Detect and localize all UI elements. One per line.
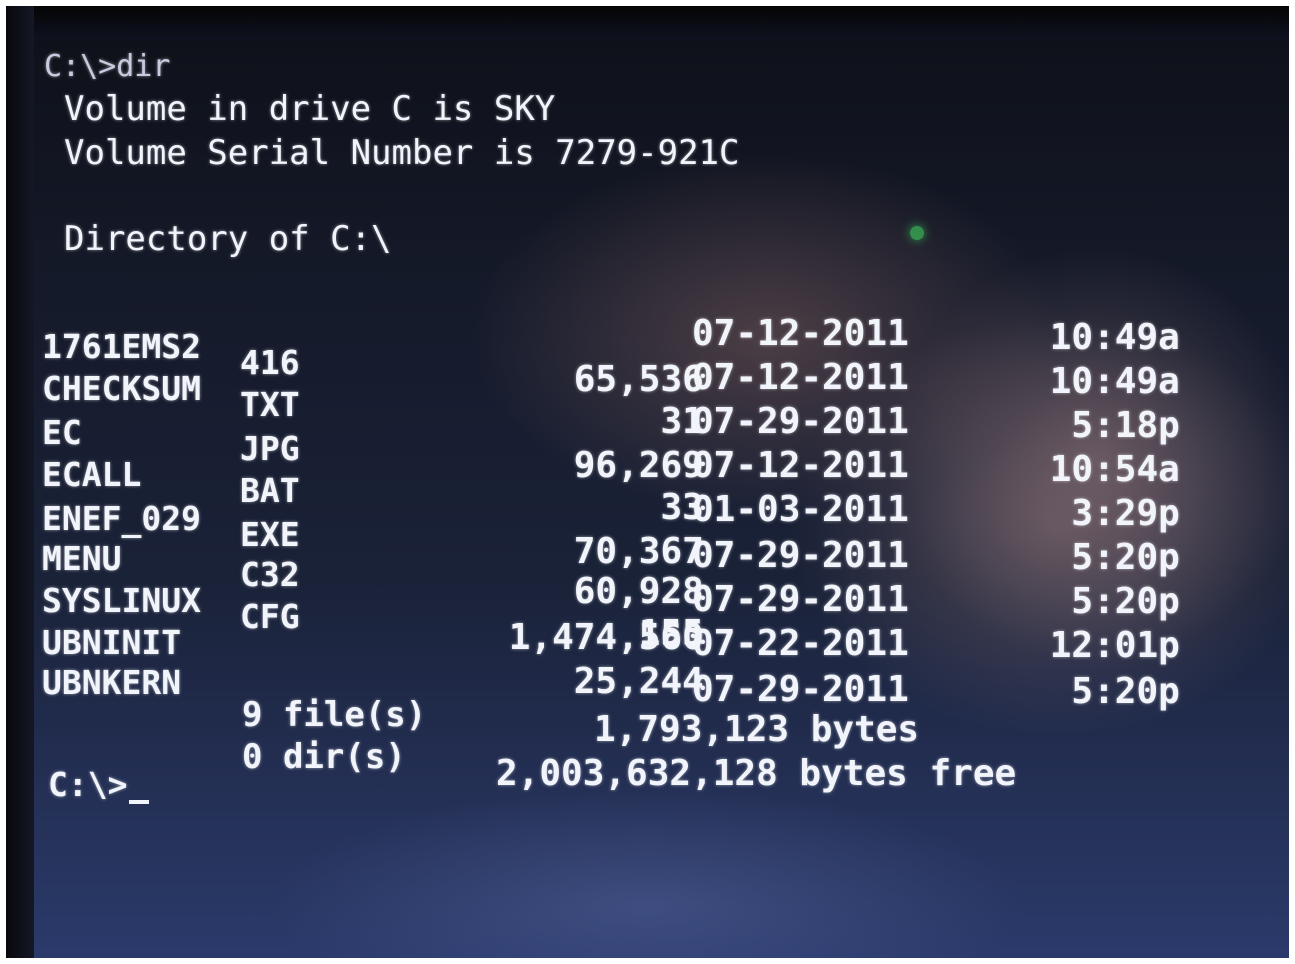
file-size: 25,244: [573, 661, 704, 702]
serial-number-line: Volume Serial Number is 7279-921C: [64, 133, 740, 173]
file-date: 07-29-2011: [692, 669, 909, 710]
file-time: 5:18p: [1071, 405, 1180, 446]
file-name: SYSLINUX: [42, 581, 201, 620]
file-row: ECALL BAT 33 07-12-2011 10:54a: [6, 442, 1180, 526]
file-row: EC JPG 96,269 07-29-2011 5:18p: [6, 400, 1180, 484]
file-ext: BAT: [240, 471, 300, 510]
file-size: 33: [660, 487, 704, 528]
file-date: 07-12-2011: [692, 357, 909, 398]
file-ext: EXE: [240, 515, 300, 554]
file-date: 07-29-2011: [692, 535, 909, 576]
file-ext: C32: [240, 555, 300, 594]
prompt-text: C:\>: [48, 765, 128, 804]
file-row: UBNINIT 1,474,560 07-22-2011 12:01p: [6, 610, 1180, 664]
file-name: ENEF_029: [42, 499, 201, 538]
file-size: 65,536: [573, 359, 704, 400]
file-name: 1761EMS2: [42, 327, 201, 366]
dos-terminal: C:\>dir Volume in drive C is SKY Volume …: [6, 6, 1180, 804]
file-ext: CFG: [240, 597, 300, 636]
file-size: 70,367: [573, 531, 704, 572]
file-row: SYSLINUX CFG 155 07-29-2011 5:20p: [6, 568, 1180, 652]
file-time: 10:49a: [1049, 317, 1180, 358]
file-time: 12:01p: [1049, 625, 1180, 666]
files-total-bytes: 1,793,123 bytes: [594, 709, 920, 750]
file-ext: TXT: [240, 385, 300, 424]
file-row: 1761EMS2 416 65,536 07-12-2011 10:49a: [6, 314, 1180, 398]
reflection-light: [910, 226, 924, 240]
file-time: 10:54a: [1049, 449, 1180, 490]
monitor-bezel-top: [6, 6, 1289, 40]
file-size: 96,269: [573, 445, 704, 486]
directory-of-line: Directory of C:\: [64, 219, 392, 259]
free-bytes: 2,003,632,128 bytes free: [496, 753, 1017, 794]
file-time: 5:20p: [1071, 671, 1180, 712]
dirs-count: 0 dir(s): [242, 737, 406, 777]
file-row: UBNKERN 25,244 07-29-2011 5:20p: [6, 650, 1180, 710]
file-time: 10:49a: [1049, 361, 1180, 402]
file-size: 1,474,560: [508, 617, 704, 658]
file-time: 5:20p: [1071, 581, 1180, 622]
file-name: CHECKSUM: [42, 369, 201, 408]
file-ext: 416: [240, 343, 300, 382]
file-date: 07-12-2011: [692, 445, 909, 486]
file-time: 3:29p: [1071, 493, 1180, 534]
file-size: 60,928: [573, 571, 704, 612]
file-row: CHECKSUM TXT 31 07-12-2011 10:49a: [6, 356, 1180, 440]
volume-label-line: Volume in drive C is SKY: [64, 89, 556, 129]
file-date: 07-29-2011: [692, 579, 909, 620]
file-row: MENU C32 60,928 07-29-2011 5:20p: [6, 526, 1180, 610]
file-size: 31: [660, 401, 704, 442]
file-ext: JPG: [240, 429, 300, 468]
file-date: 07-29-2011: [692, 401, 909, 442]
file-date: 01-03-2011: [692, 489, 909, 530]
command-prompt[interactable]: C:\>: [48, 765, 150, 804]
command-line: C:\>dir: [44, 49, 171, 84]
file-name: UBNKERN: [42, 663, 182, 702]
file-date: 07-22-2011: [692, 623, 909, 664]
file-time: 5:20p: [1071, 537, 1180, 578]
file-row: ENEF_029 EXE 70,367 01-03-2011 3:29p: [6, 486, 1180, 570]
files-count: 9 file(s): [242, 695, 427, 735]
text-cursor: [129, 800, 150, 804]
file-date: 07-12-2011: [692, 313, 909, 354]
monitor-photo: C:\>dir Volume in drive C is SKY Volume …: [6, 6, 1289, 958]
